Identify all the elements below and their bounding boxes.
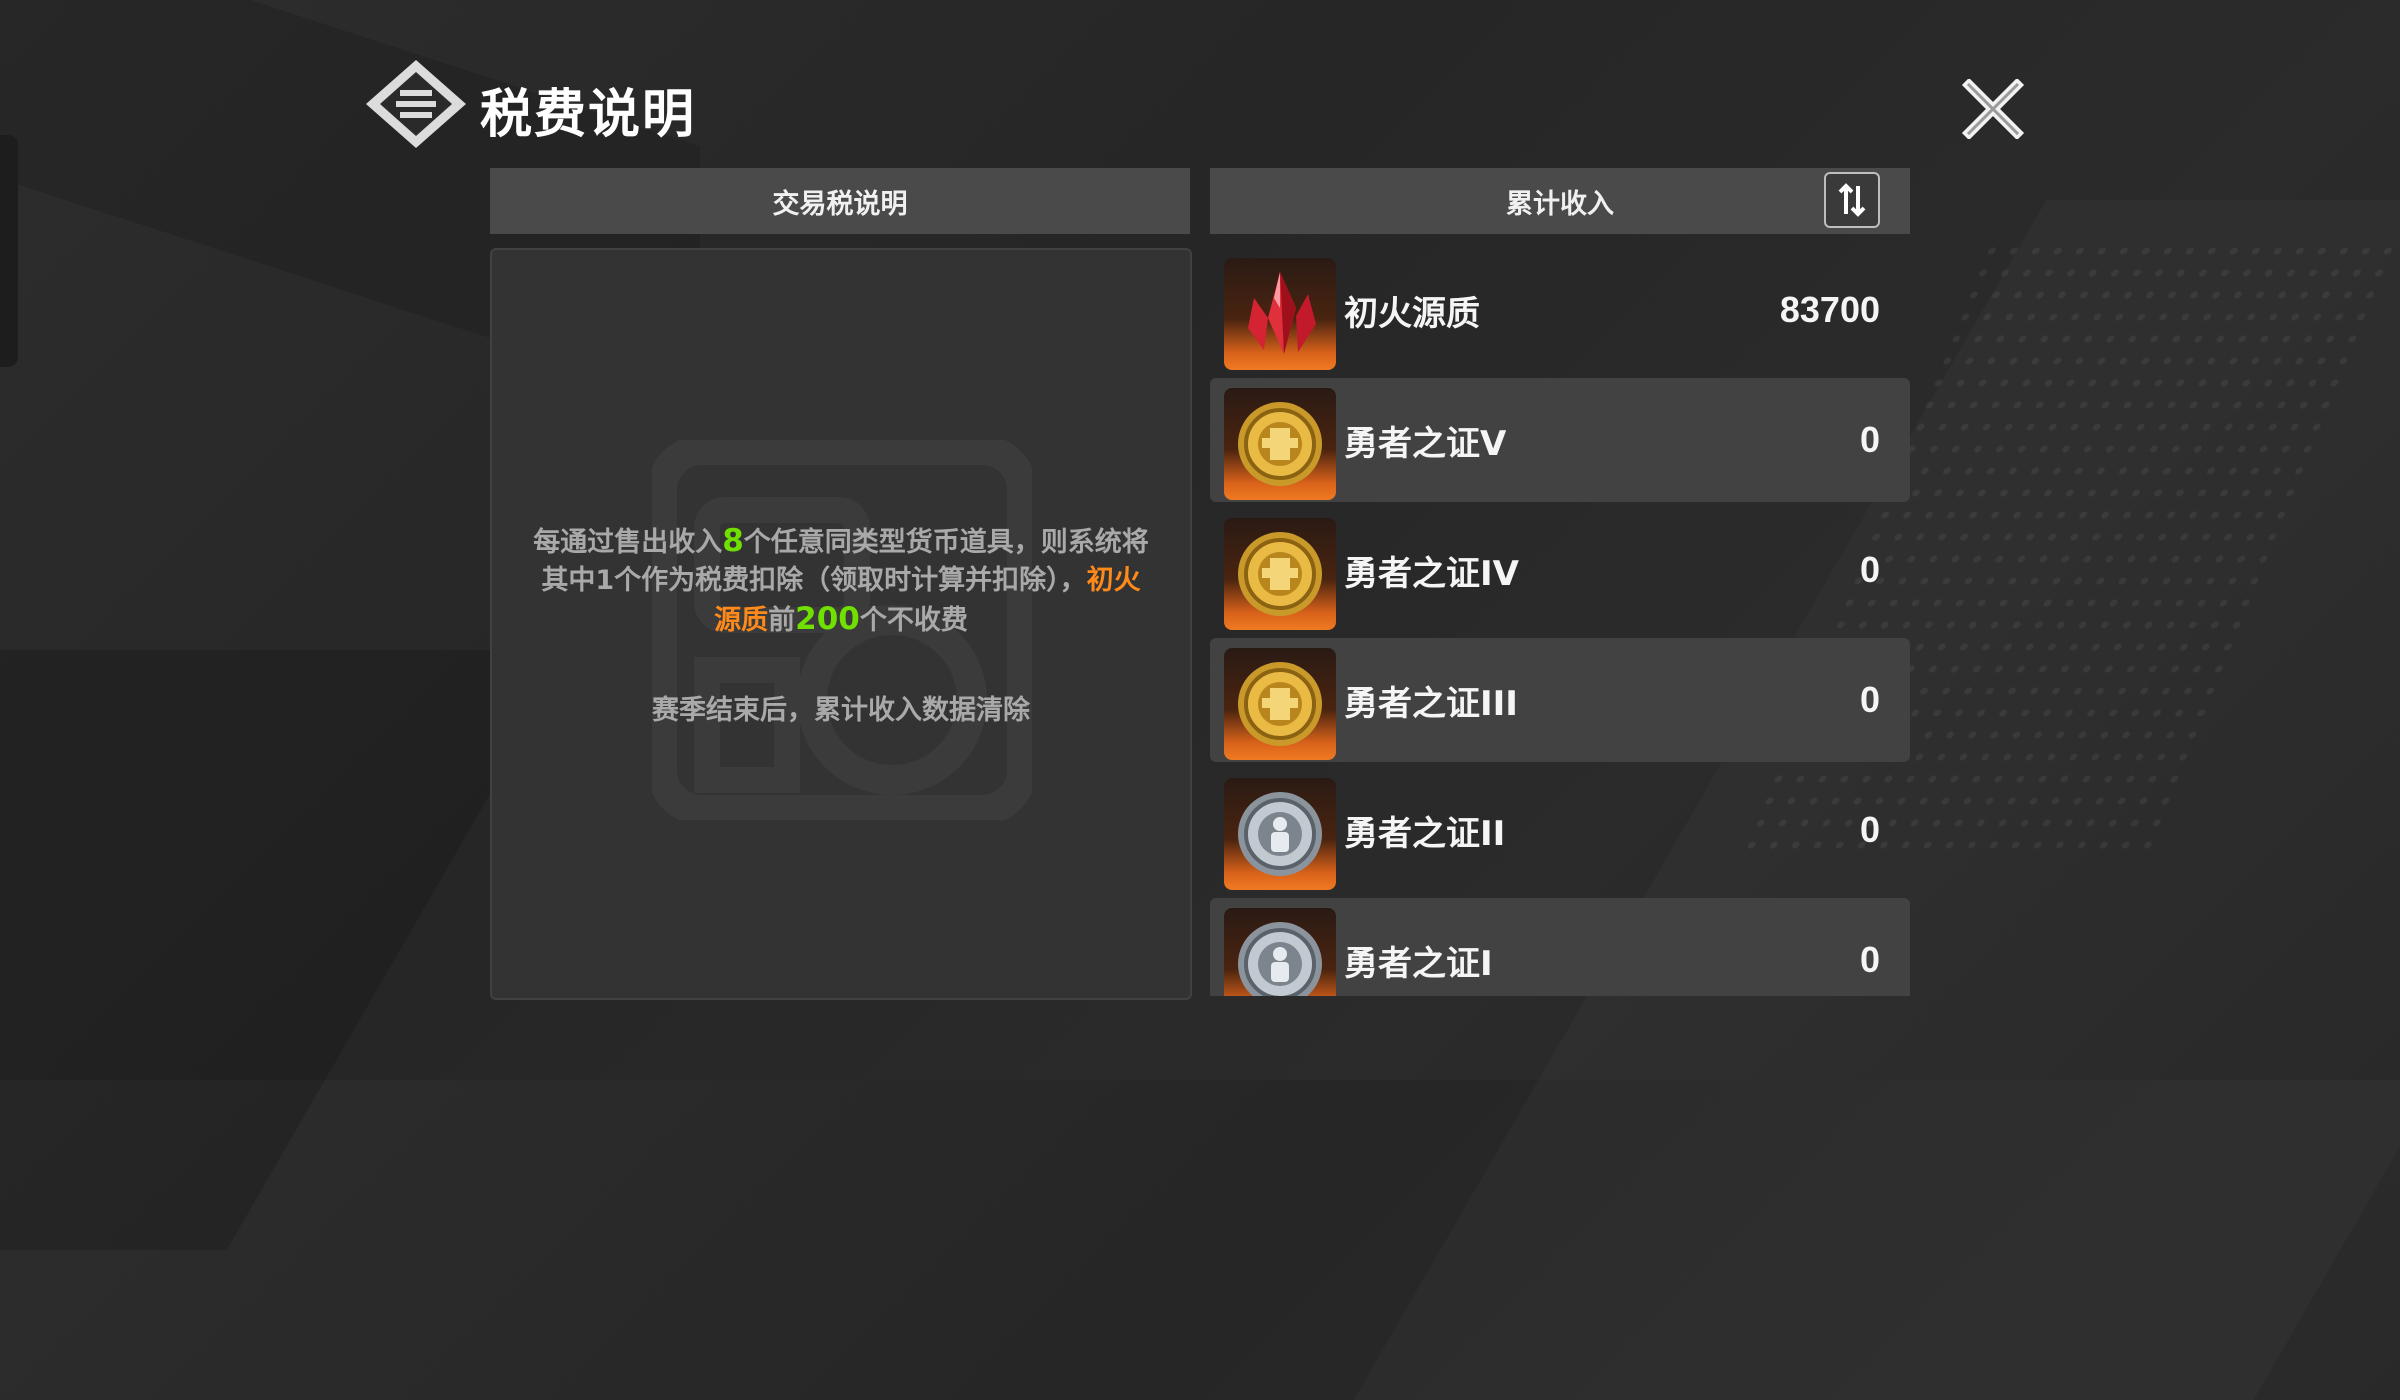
item-value: 0	[1859, 549, 1880, 590]
sort-icon	[1838, 183, 1866, 217]
tax-description: 每通过售出收入8个任意同类型货币道具，则系统将其中1个作为税费扣除（领取时计算并…	[533, 523, 1149, 637]
item-name: 勇者之证II	[1344, 813, 1506, 854]
sort-button[interactable]	[1824, 172, 1880, 228]
list-item: 勇者之证II 0	[1210, 768, 1910, 892]
gold-medal-icon	[1224, 388, 1336, 500]
item-name: 勇者之证V	[1344, 423, 1507, 464]
item-value: 83700	[1779, 289, 1880, 330]
item-value: 0	[1859, 939, 1880, 980]
list-item: 勇者之证V 0	[1210, 378, 1910, 502]
background-stripe	[0, 650, 574, 1250]
silver-medal-icon	[1224, 908, 1336, 996]
gold-medal-icon	[1224, 518, 1336, 630]
list-item: 勇者之证IV 0	[1210, 508, 1910, 632]
close-button[interactable]	[1958, 78, 2028, 140]
tax-info-header: 交易税说明	[490, 168, 1190, 234]
list-item: 勇者之证III 0	[1210, 638, 1910, 762]
item-name: 勇者之证III	[1344, 683, 1518, 724]
tax-info-panel: 每通过售出收入8个任意同类型货币道具，则系统将其中1个作为税费扣除（领取时计算并…	[490, 248, 1192, 1000]
close-icon	[1961, 79, 2025, 139]
item-name: 初火源质	[1344, 293, 1480, 334]
income-list: 初火源质 83700 勇者之证V 0 勇者之证IV 0 勇者之证III 0 勇者…	[1210, 248, 1910, 996]
side-tab	[0, 135, 18, 367]
silver-medal-icon	[1224, 778, 1336, 890]
item-name: 勇者之证I	[1344, 943, 1493, 984]
item-value: 0	[1859, 679, 1880, 720]
item-name: 勇者之证IV	[1344, 553, 1519, 594]
list-item: 勇者之证I 0	[1210, 898, 1910, 996]
item-value: 0	[1859, 419, 1880, 460]
income-header: 累计收入	[1210, 168, 1910, 234]
gold-medal-icon	[1224, 648, 1336, 760]
red-crystal-icon	[1224, 258, 1336, 370]
page-title: 税费说明	[480, 85, 697, 145]
season-reset-note: 赛季结束后，累计收入数据清除	[652, 695, 1030, 726]
list-item: 初火源质 83700	[1210, 248, 1910, 372]
item-value: 0	[1859, 809, 1880, 850]
menu-diamond-icon	[362, 56, 470, 152]
